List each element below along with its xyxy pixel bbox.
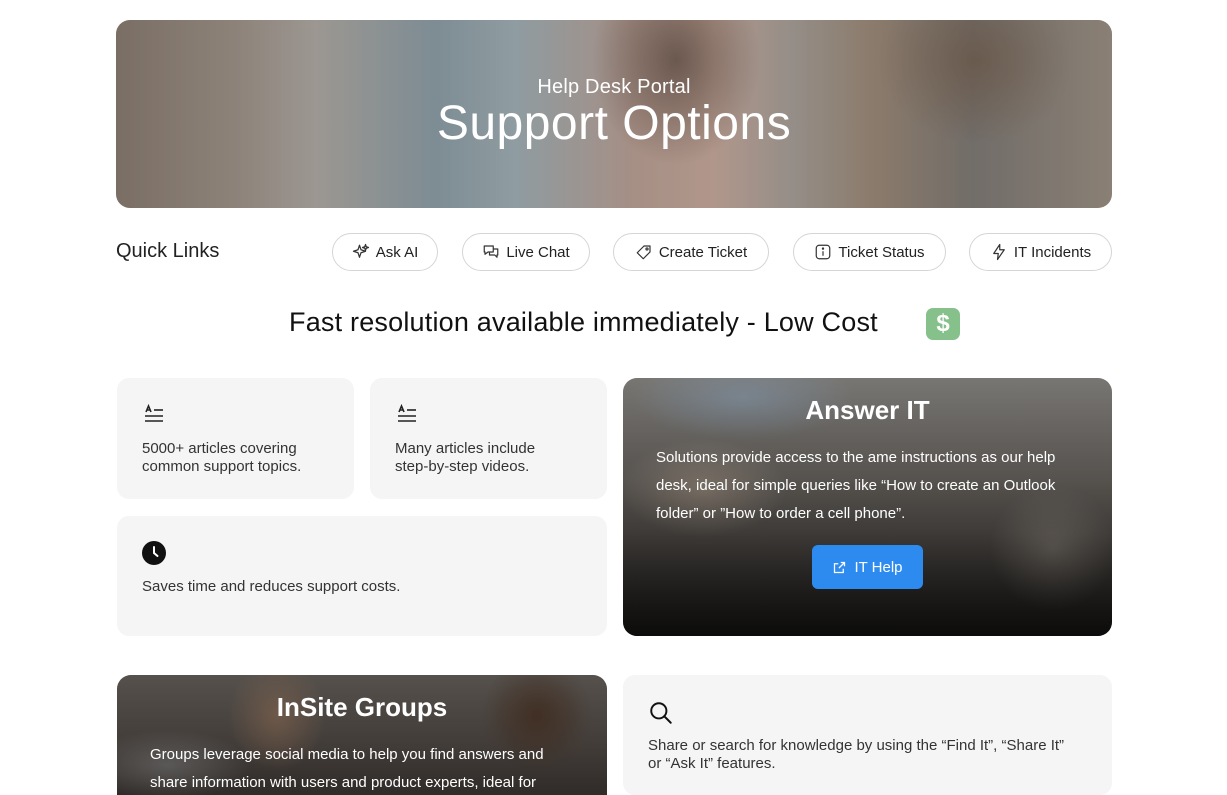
feature-text-line1: Many articles include [395,440,536,457]
external-link-icon [834,561,846,573]
it-incidents-label: IT Incidents [1013,243,1092,261]
insite-groups-line2: share information with users and product… [150,774,537,791]
insite-groups-line1: Groups leverage social media to help you… [150,746,544,763]
info-icon [816,244,831,260]
insite-groups-title: InSite Groups [276,692,448,722]
ask-ai-button[interactable]: Ask AI [332,233,438,271]
feature-card-savings: Saves time and reduces support costs. [117,516,607,636]
live-chat-label: Live Chat [506,243,570,261]
ask-ai-label: Ask AI [375,243,419,261]
create-ticket-label: Create Ticket [658,243,748,261]
insite-groups-card: InSite Groups Groups leverage social med… [117,675,607,795]
ticket-status-button[interactable]: Ticket Status [793,233,946,271]
feature-text-line2: common support topics. [142,458,302,475]
feature-card-articles: 5000+ articles covering common support t… [117,378,354,499]
text-lines-icon [145,403,163,422]
it-help-button[interactable]: IT Help [812,545,923,589]
text-lines-icon [398,403,416,422]
tag-icon [636,245,651,260]
clock-icon [142,541,166,565]
hero-banner: Help Desk Portal Support Options [116,20,1112,208]
search-card-line1: Share or search for knowledge by using t… [648,737,1065,754]
search-card-line2: or “Ask It” features. [648,755,776,772]
headline-text: Fast resolution available immediately - … [289,307,878,337]
answer-it-line1: Solutions provide access to the ame inst… [656,449,1056,466]
it-incidents-button[interactable]: IT Incidents [969,233,1112,271]
chat-icon [483,245,499,258]
answer-it-title: Answer IT [805,395,930,425]
ticket-status-label: Ticket Status [838,243,925,261]
page-title: Support Options [436,97,792,150]
feature-card-videos: Many articles include step-by-step video… [370,378,607,499]
feature-text: Saves time and reduces support costs. [142,578,401,595]
it-help-label: IT Help [854,558,903,576]
create-ticket-button[interactable]: Create Ticket [613,233,769,271]
answer-it-line3: folder” or ”How to order a cell phone”. [656,505,906,522]
dollar-icon: $ [926,308,960,340]
quick-links-label: Quick Links [116,240,220,262]
sparkle-icon [352,243,369,258]
answer-it-card: Answer IT Solutions provide access to th… [623,378,1112,636]
bolt-icon [993,243,1005,261]
search-icon [650,702,672,724]
answer-it-line2: desk, ideal for simple queries like “How… [656,477,1056,494]
feature-text-line2: step-by-step videos. [395,458,530,475]
knowledge-search-card: Share or search for knowledge by using t… [623,675,1112,795]
feature-text-line1: 5000+ articles covering [142,440,297,457]
live-chat-button[interactable]: Live Chat [462,233,590,271]
